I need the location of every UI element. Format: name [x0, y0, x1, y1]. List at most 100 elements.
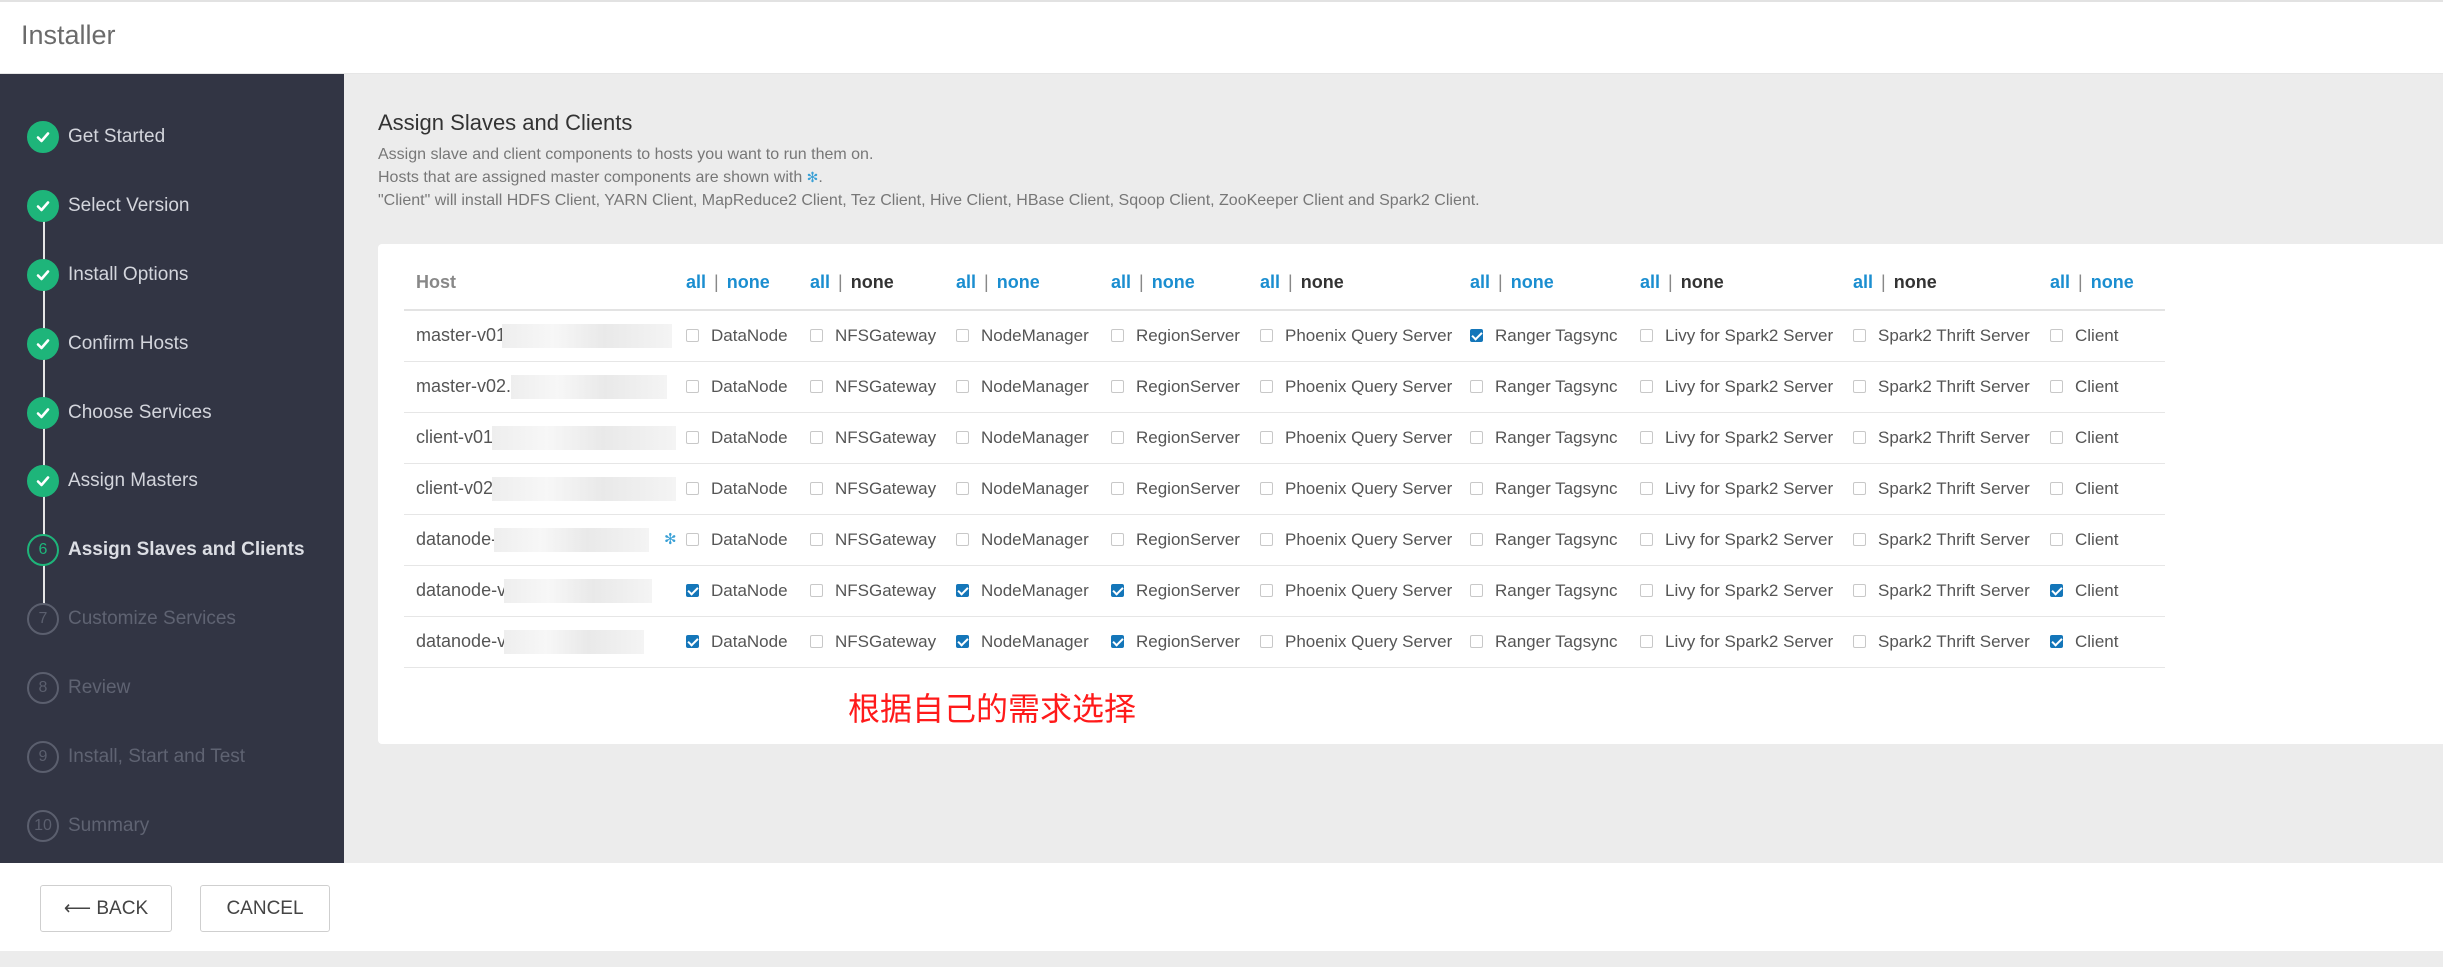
- component-checkbox[interactable]: [686, 379, 699, 393]
- component-label[interactable]: Livy for Spark2 Server: [1665, 326, 1833, 345]
- component-checkbox[interactable]: [1640, 532, 1653, 546]
- component-checkbox[interactable]: [2050, 328, 2063, 342]
- component-label[interactable]: Livy for Spark2 Server: [1665, 428, 1833, 447]
- component-checkbox[interactable]: [1470, 583, 1483, 597]
- component-label[interactable]: NFSGateway: [835, 326, 936, 345]
- component-label[interactable]: NodeManager: [981, 326, 1089, 345]
- select-all-link[interactable]: all: [1470, 272, 1490, 292]
- component-checkbox[interactable]: [686, 481, 699, 495]
- component-label[interactable]: Ranger Tagsync: [1495, 530, 1618, 549]
- select-none-link[interactable]: none: [1511, 272, 1554, 292]
- component-label[interactable]: Livy for Spark2 Server: [1665, 479, 1833, 498]
- component-checkbox[interactable]: [956, 532, 969, 546]
- step-confirm-hosts[interactable]: Confirm Hosts: [27, 327, 337, 361]
- component-checkbox[interactable]: [2050, 532, 2063, 546]
- component-checkbox[interactable]: [956, 430, 969, 444]
- component-label[interactable]: RegionServer: [1136, 581, 1240, 600]
- component-checkbox[interactable]: [1470, 379, 1483, 393]
- component-label[interactable]: DataNode: [711, 377, 788, 396]
- component-checkbox[interactable]: [810, 430, 823, 444]
- step-get-started[interactable]: Get Started: [27, 120, 337, 154]
- component-label[interactable]: Client: [2075, 581, 2118, 600]
- component-label[interactable]: Ranger Tagsync: [1495, 326, 1618, 345]
- select-none-link[interactable]: none: [1894, 272, 1937, 292]
- component-label[interactable]: Client: [2075, 377, 2118, 396]
- select-all-link[interactable]: all: [1640, 272, 1660, 292]
- component-checkbox[interactable]: [1260, 430, 1273, 444]
- component-label[interactable]: Ranger Tagsync: [1495, 479, 1618, 498]
- component-label[interactable]: Phoenix Query Server: [1285, 632, 1452, 651]
- component-label[interactable]: DataNode: [711, 632, 788, 651]
- component-checkbox[interactable]: [2050, 583, 2063, 597]
- component-checkbox[interactable]: [810, 379, 823, 393]
- component-label[interactable]: NodeManager: [981, 377, 1089, 396]
- component-checkbox[interactable]: [1260, 583, 1273, 597]
- component-label[interactable]: DataNode: [711, 479, 788, 498]
- component-checkbox[interactable]: [1260, 532, 1273, 546]
- component-label[interactable]: RegionServer: [1136, 428, 1240, 447]
- component-checkbox[interactable]: [1111, 481, 1124, 495]
- component-checkbox[interactable]: [1470, 430, 1483, 444]
- component-label[interactable]: Phoenix Query Server: [1285, 479, 1452, 498]
- component-label[interactable]: Spark2 Thrift Server: [1878, 479, 2030, 498]
- step-select-version[interactable]: Select Version: [27, 189, 337, 223]
- select-none-link[interactable]: none: [1301, 272, 1344, 292]
- component-label[interactable]: RegionServer: [1136, 326, 1240, 345]
- component-checkbox[interactable]: [1853, 634, 1866, 648]
- component-checkbox[interactable]: [1111, 430, 1124, 444]
- component-checkbox[interactable]: [810, 328, 823, 342]
- component-label[interactable]: Spark2 Thrift Server: [1878, 428, 2030, 447]
- component-label[interactable]: DataNode: [711, 530, 788, 549]
- cancel-button[interactable]: CANCEL: [200, 885, 330, 932]
- component-checkbox[interactable]: [1853, 379, 1866, 393]
- select-none-link[interactable]: none: [2091, 272, 2134, 292]
- component-label[interactable]: Livy for Spark2 Server: [1665, 632, 1833, 651]
- component-label[interactable]: Client: [2075, 428, 2118, 447]
- component-label[interactable]: NodeManager: [981, 581, 1089, 600]
- component-label[interactable]: Spark2 Thrift Server: [1878, 326, 2030, 345]
- component-checkbox[interactable]: [1260, 328, 1273, 342]
- component-checkbox[interactable]: [1260, 379, 1273, 393]
- component-label[interactable]: Phoenix Query Server: [1285, 326, 1452, 345]
- component-label[interactable]: DataNode: [711, 428, 788, 447]
- select-all-link[interactable]: all: [686, 272, 706, 292]
- component-checkbox[interactable]: [956, 379, 969, 393]
- component-label[interactable]: NFSGateway: [835, 479, 936, 498]
- component-checkbox[interactable]: [1853, 328, 1866, 342]
- component-checkbox[interactable]: [956, 634, 969, 648]
- select-none-link[interactable]: none: [997, 272, 1040, 292]
- select-none-link[interactable]: none: [727, 272, 770, 292]
- component-label[interactable]: Ranger Tagsync: [1495, 581, 1618, 600]
- select-all-link[interactable]: all: [956, 272, 976, 292]
- component-label[interactable]: NodeManager: [981, 479, 1089, 498]
- component-label[interactable]: Spark2 Thrift Server: [1878, 581, 2030, 600]
- component-checkbox[interactable]: [1260, 634, 1273, 648]
- component-checkbox[interactable]: [686, 583, 699, 597]
- component-checkbox[interactable]: [1111, 583, 1124, 597]
- component-checkbox[interactable]: [1853, 532, 1866, 546]
- component-label[interactable]: NFSGateway: [835, 581, 936, 600]
- select-all-link[interactable]: all: [810, 272, 830, 292]
- component-checkbox[interactable]: [810, 532, 823, 546]
- component-checkbox[interactable]: [2050, 430, 2063, 444]
- component-label[interactable]: NFSGateway: [835, 377, 936, 396]
- select-none-link[interactable]: none: [1152, 272, 1195, 292]
- component-checkbox[interactable]: [1111, 634, 1124, 648]
- component-checkbox[interactable]: [686, 328, 699, 342]
- component-checkbox[interactable]: [1640, 634, 1653, 648]
- component-label[interactable]: Client: [2075, 632, 2118, 651]
- component-checkbox[interactable]: [1853, 481, 1866, 495]
- component-label[interactable]: Ranger Tagsync: [1495, 428, 1618, 447]
- component-label[interactable]: NFSGateway: [835, 530, 936, 549]
- component-checkbox[interactable]: [956, 481, 969, 495]
- component-label[interactable]: Client: [2075, 326, 2118, 345]
- component-label[interactable]: Livy for Spark2 Server: [1665, 377, 1833, 396]
- component-checkbox[interactable]: [1640, 481, 1653, 495]
- component-label[interactable]: RegionServer: [1136, 479, 1240, 498]
- step-choose-services[interactable]: Choose Services: [27, 396, 337, 430]
- select-all-link[interactable]: all: [1260, 272, 1280, 292]
- component-checkbox[interactable]: [956, 583, 969, 597]
- component-checkbox[interactable]: [810, 481, 823, 495]
- component-label[interactable]: NFSGateway: [835, 632, 936, 651]
- component-checkbox[interactable]: [2050, 634, 2063, 648]
